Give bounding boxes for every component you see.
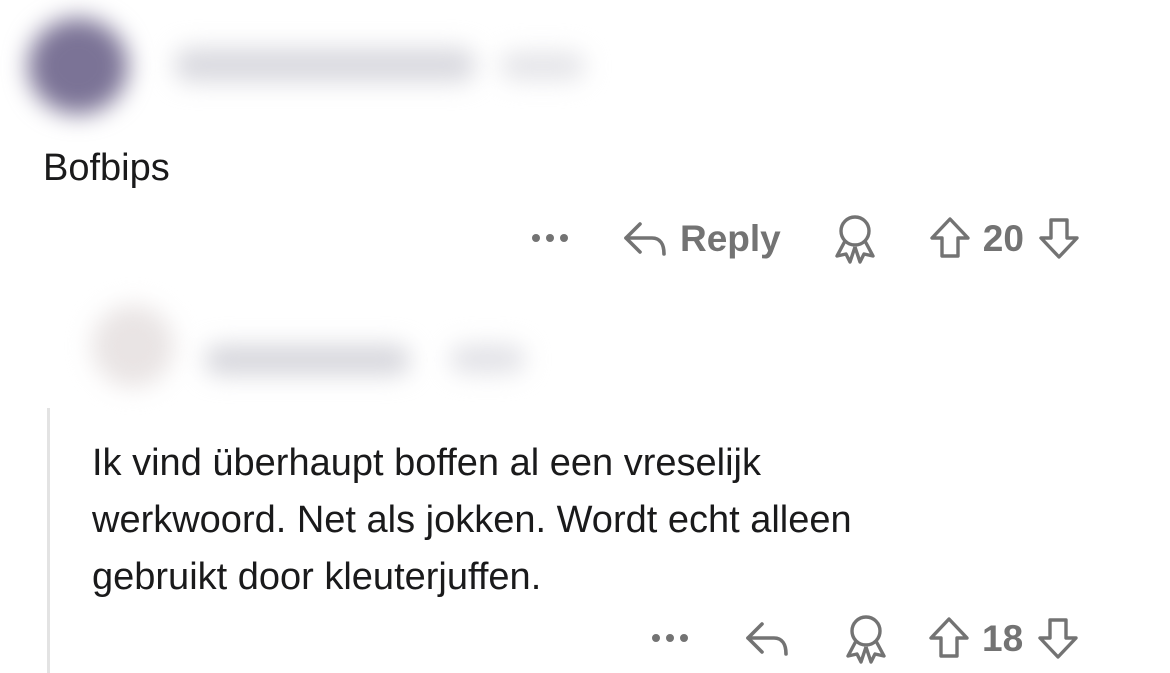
vote-count: 20: [982, 217, 1024, 259]
downvote-icon[interactable]: [1036, 215, 1082, 261]
comment-2-avatar[interactable]: [92, 305, 174, 387]
upvote-icon[interactable]: [926, 615, 972, 661]
comment-1-avatar[interactable]: [28, 18, 128, 114]
more-icon[interactable]: [650, 632, 690, 644]
thread-line[interactable]: [47, 408, 50, 673]
comment-1-action-bar: Reply 20: [530, 212, 1082, 264]
reply-icon: [622, 218, 670, 258]
comment-2-timestamp: [450, 345, 525, 373]
award-icon[interactable]: [829, 212, 881, 264]
comment-2-username[interactable]: [205, 345, 410, 375]
comment-1-timestamp: [500, 52, 585, 80]
award-icon[interactable]: [840, 612, 892, 664]
vote-count: 18: [982, 617, 1024, 659]
reply-button[interactable]: Reply: [622, 218, 781, 258]
comment-2-action-bar: 18: [650, 612, 1081, 664]
comment-2-body: Ik vind überhaupt boffen al een vreselij…: [92, 442, 852, 598]
upvote-icon[interactable]: [927, 215, 973, 261]
comment-1-username[interactable]: [175, 48, 475, 82]
reply-icon[interactable]: [744, 618, 792, 658]
more-icon[interactable]: [530, 232, 570, 244]
reply-label: Reply: [680, 217, 781, 259]
downvote-icon[interactable]: [1035, 615, 1081, 661]
comment-1-body: Bofbips: [43, 147, 170, 189]
